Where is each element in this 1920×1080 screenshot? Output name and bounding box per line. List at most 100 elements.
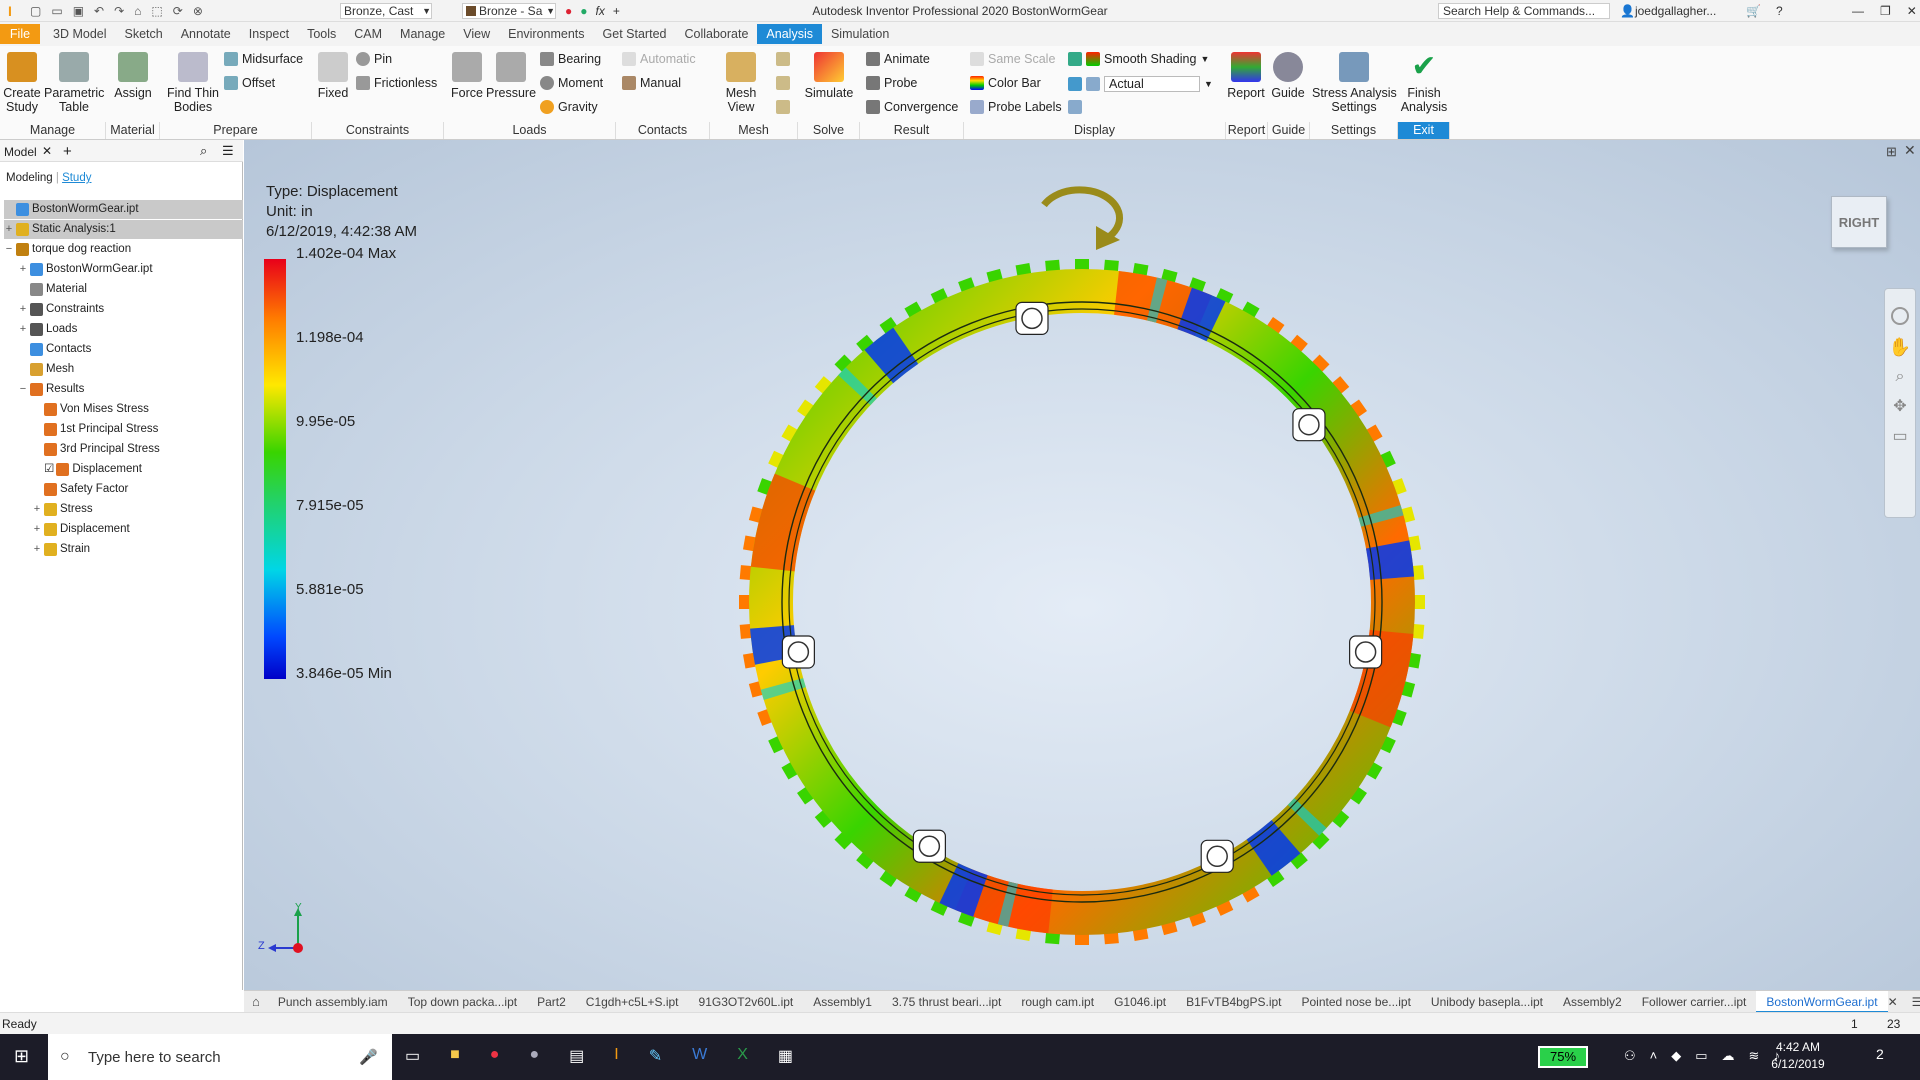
tab-sketch[interactable]: Sketch [116, 24, 172, 44]
tab-tools[interactable]: Tools [298, 24, 345, 44]
add-icon[interactable]: + [63, 143, 72, 160]
tab-get-started[interactable]: Get Started [594, 24, 676, 44]
tree-item[interactable]: + Displacement [32, 520, 130, 539]
terminal-icon[interactable]: ▤ [569, 1046, 584, 1066]
paint-icon[interactable]: ✎ [649, 1046, 662, 1066]
battery-indicator[interactable]: 75% [1538, 1046, 1588, 1068]
eclipse-icon[interactable]: ● [529, 1046, 539, 1066]
close-icon[interactable]: ✕ [1882, 995, 1904, 1009]
finish-analysis-button[interactable]: ✔ Finish Analysis [1400, 52, 1448, 115]
close-icon[interactable]: ✕ [1907, 4, 1917, 18]
document-tab[interactable]: C1gdh+c5L+S.ipt [576, 995, 689, 1009]
shading-dropdown[interactable]: Smooth Shading ▼ [1068, 52, 1209, 66]
pressure-button[interactable]: Pressure [486, 52, 536, 100]
display-options-button[interactable] [1068, 100, 1082, 114]
expand-icon[interactable]: + [32, 540, 42, 559]
midsurface-button[interactable]: Midsurface [224, 52, 303, 66]
tab-collaborate[interactable]: Collaborate [675, 24, 757, 44]
document-tab[interactable]: Unibody basepla...ipt [1421, 995, 1553, 1009]
taskbar-search[interactable]: ○ Type here to search 🎤 [48, 1034, 392, 1080]
tab-file[interactable]: File [0, 24, 40, 44]
moment-button[interactable]: Moment [540, 76, 603, 90]
chrome-icon[interactable]: ● [490, 1046, 500, 1066]
stress-analysis-settings-button[interactable]: Stress Analysis Settings [1312, 52, 1397, 114]
tab-cam[interactable]: CAM [345, 24, 391, 44]
graphics-viewport[interactable]: Type: Displacement Unit: in 6/12/2019, 4… [244, 140, 1920, 990]
expand-icon[interactable]: + [18, 320, 28, 339]
subtab-study[interactable]: Study [62, 172, 91, 184]
battery-icon[interactable]: ▭ [1695, 1048, 1707, 1064]
document-tab[interactable]: G1046.ipt [1104, 995, 1176, 1009]
steering-wheel-icon[interactable] [1891, 307, 1909, 325]
tab-view[interactable]: View [454, 24, 499, 44]
document-tab[interactable]: rough cam.ipt [1011, 995, 1104, 1009]
notifications-icon[interactable]: 2 [1876, 1046, 1884, 1062]
minimize-icon[interactable]: — [1852, 4, 1864, 18]
expand-icon[interactable]: + [18, 300, 28, 319]
tree-item[interactable]: + Strain [32, 540, 90, 559]
pin-button[interactable]: Pin [356, 52, 392, 66]
group-loads[interactable]: Loads [444, 122, 616, 139]
probe-labels-button[interactable]: Probe Labels [970, 100, 1062, 114]
collapse-icon[interactable]: − [18, 380, 28, 399]
checked-icon[interactable]: ☑ [44, 460, 54, 479]
help-icon[interactable]: ? [1776, 3, 1783, 19]
calculator-icon[interactable]: ▦ [778, 1046, 793, 1066]
document-tab[interactable]: Follower carrier...ipt [1632, 995, 1757, 1009]
tree-item[interactable]: + Static Analysis:1 [4, 220, 243, 239]
document-tab[interactable]: Top down packa...ipt [398, 995, 527, 1009]
maximize-viewport-icon[interactable]: ⊞ [1886, 144, 1897, 160]
animate-button[interactable]: Animate [866, 52, 930, 66]
user-menu[interactable]: 👤 joedgallagher... [1620, 3, 1716, 19]
tab-manage[interactable]: Manage [391, 24, 454, 44]
expand-icon[interactable]: + [18, 260, 28, 279]
gravity-button[interactable]: Gravity [540, 100, 598, 114]
wifi-icon[interactable]: ≋ [1749, 1048, 1760, 1064]
mesh-view-button[interactable]: Mesh View [712, 52, 770, 114]
orbit-icon[interactable]: ✥ [1885, 396, 1915, 416]
document-tab[interactable]: BostonWormGear.ipt [1756, 990, 1888, 1013]
tree-item[interactable]: Von Mises Stress [32, 400, 149, 419]
parametric-table-button[interactable]: Parametric Table [44, 52, 104, 114]
document-tab[interactable]: Assembly1 [803, 995, 882, 1009]
color-bar-button[interactable]: Color Bar [970, 76, 1041, 90]
bearing-button[interactable]: Bearing [540, 52, 601, 66]
document-tab[interactable]: 91G3OT2v60L.ipt [689, 995, 804, 1009]
microphone-icon[interactable]: 🎤 [359, 1048, 378, 1066]
moment-load-arrow[interactable] [1041, 186, 1124, 244]
find-thin-bodies-button[interactable]: Find Thin Bodies [164, 52, 222, 114]
tree-item[interactable]: − torque dog reaction [4, 240, 131, 259]
tab-simulation[interactable]: Simulation [822, 24, 898, 44]
close-icon[interactable]: ✕ [1904, 142, 1916, 159]
expand-icon[interactable]: + [4, 220, 14, 239]
local-mesh-button[interactable] [774, 76, 792, 93]
convergence-button[interactable]: Convergence [866, 100, 958, 114]
tree-item[interactable]: Material [18, 280, 87, 299]
tab-inspect[interactable]: Inspect [240, 24, 298, 44]
people-icon[interactable]: ⚇ [1624, 1048, 1636, 1064]
inventor-icon[interactable]: I [614, 1046, 618, 1066]
viewcube[interactable]: RIGHT [1831, 196, 1887, 248]
tab-annotate[interactable]: Annotate [172, 24, 240, 44]
clock[interactable]: 4:42 AM 6/12/2019 [1760, 1039, 1836, 1073]
document-tab[interactable]: Punch assembly.iam [268, 995, 398, 1009]
task-view-icon[interactable]: ▭ [405, 1046, 420, 1066]
tree-item[interactable]: + BostonWormGear.ipt [18, 260, 153, 279]
word-icon[interactable]: W [692, 1046, 707, 1066]
assign-material-button[interactable]: Assign [110, 52, 156, 100]
tab-model[interactable]: Model [4, 145, 37, 159]
tree-item[interactable]: ☑ Displacement [32, 460, 142, 479]
convergence-settings-button[interactable] [774, 100, 792, 117]
zoom-icon[interactable]: ⌕ [1885, 368, 1915, 386]
document-tab[interactable]: Pointed nose be...ipt [1292, 995, 1421, 1009]
tree-item[interactable]: + Constraints [18, 300, 104, 319]
restore-icon[interactable]: ❐ [1880, 4, 1891, 18]
pan-icon[interactable]: ✋ [1885, 337, 1915, 358]
document-tab[interactable]: B1FvTB4bgPS.ipt [1176, 995, 1291, 1009]
windows-start-icon[interactable]: ⊞ [14, 1046, 29, 1067]
onedrive-icon[interactable]: ☁ [1722, 1048, 1735, 1064]
offset-button[interactable]: Offset [224, 76, 275, 90]
report-button[interactable]: Report [1226, 52, 1266, 100]
tree-item[interactable]: + Stress [32, 500, 93, 519]
document-tab[interactable]: Part2 [527, 995, 576, 1009]
